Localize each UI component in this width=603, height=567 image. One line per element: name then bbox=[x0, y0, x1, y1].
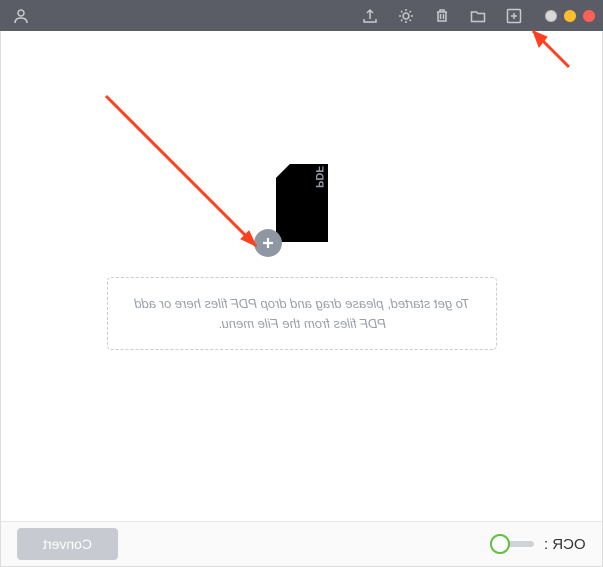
minimize-window-button[interactable] bbox=[564, 10, 576, 22]
user-icon[interactable] bbox=[12, 7, 30, 25]
close-window-button[interactable] bbox=[583, 10, 595, 22]
add-badge-icon bbox=[254, 229, 282, 257]
gear-icon[interactable] bbox=[397, 7, 415, 25]
footer: OCR : Convert bbox=[0, 521, 603, 567]
pdf-file-icon: PDF bbox=[268, 162, 336, 249]
titlebar bbox=[0, 0, 603, 31]
annotation-arrow bbox=[521, 25, 581, 80]
drop-area[interactable]: PDF To get started, please drag and drop… bbox=[107, 162, 497, 350]
add-file-icon[interactable] bbox=[505, 7, 523, 25]
toolbar bbox=[361, 7, 523, 25]
convert-button[interactable]: Convert bbox=[17, 528, 118, 560]
folder-icon[interactable] bbox=[469, 7, 487, 25]
ocr-label: OCR : bbox=[544, 536, 586, 553]
export-icon[interactable] bbox=[361, 7, 379, 25]
maximize-window-button[interactable] bbox=[545, 10, 557, 22]
window-controls bbox=[545, 10, 595, 22]
trash-icon[interactable] bbox=[433, 7, 451, 25]
main-content: PDF To get started, please drag and drop… bbox=[0, 31, 603, 521]
ocr-toggle[interactable] bbox=[490, 533, 534, 555]
svg-text:PDF: PDF bbox=[313, 166, 325, 188]
drop-hint-text: To get started, please drag and drop PDF… bbox=[107, 277, 497, 350]
